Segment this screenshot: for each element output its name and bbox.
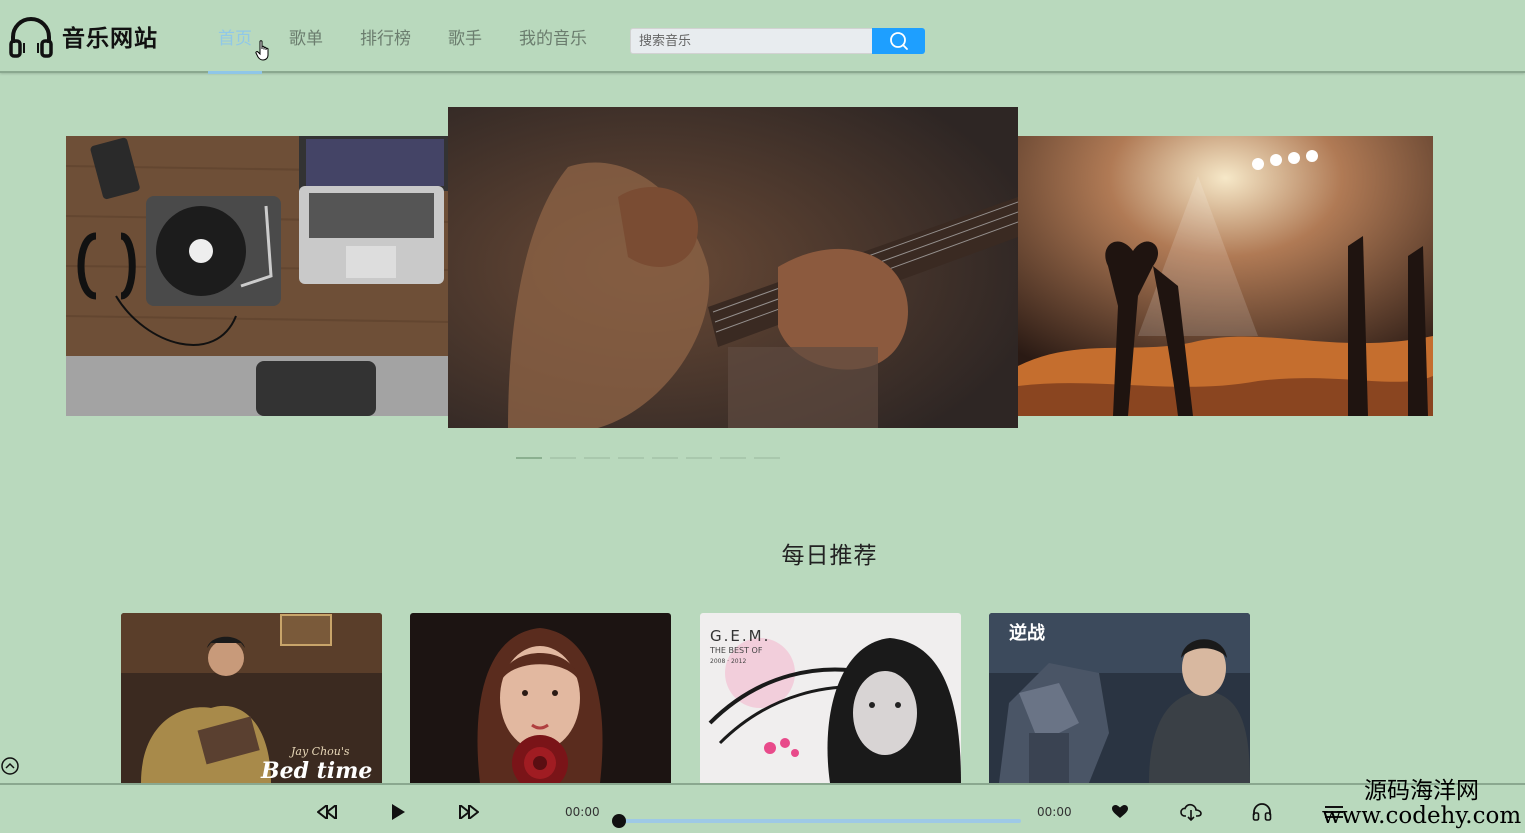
nav-home[interactable]: 首页	[208, 0, 262, 74]
main-nav: 首页 歌单 排行榜 歌手 我的音乐	[208, 0, 614, 74]
album-cover-portrait-rose	[410, 613, 671, 783]
carousel-dot[interactable]	[584, 457, 610, 459]
watermark-url: www.codehy.com	[1321, 803, 1522, 830]
site-name: 音乐网站	[62, 26, 158, 52]
concert-crowd-photo	[1018, 136, 1433, 416]
cover-text: 逆战	[1009, 622, 1045, 644]
nav-charts[interactable]: 排行榜	[350, 0, 421, 73]
back-to-top-icon[interactable]	[1, 757, 19, 775]
music-player-bar: 00:00 00:00	[0, 783, 1525, 833]
album-cover-gem: G.E.M. THE BEST OF 2008 · 2012	[700, 613, 961, 783]
site-logo[interactable]: 音乐网站	[8, 13, 158, 59]
cover-subtext: THE BEST OF	[709, 646, 763, 655]
guitar-playing-photo	[448, 107, 1018, 428]
carousel-slide-guitar[interactable]	[448, 107, 1018, 428]
cover-text: G.E.M.	[710, 627, 770, 645]
search-input[interactable]	[630, 28, 872, 54]
carousel-dot[interactable]	[618, 457, 644, 459]
album-cover-bedtime: Jay Chou's Bed time	[121, 613, 382, 783]
carousel-dot[interactable]	[754, 457, 780, 459]
daily-recommend-title: 每日推荐	[781, 543, 878, 569]
cover-years: 2008 · 2012	[710, 658, 746, 665]
cover-subtext: Jay Chou's	[289, 745, 350, 758]
carousel-indicators	[516, 457, 788, 459]
carousel-dot[interactable]	[550, 457, 576, 459]
recommend-card-1[interactable]: Jay Chou's Bed time	[121, 613, 382, 783]
carousel-dot[interactable]	[720, 457, 746, 459]
album-cover-nizhan: 逆战	[989, 613, 1250, 783]
prev-icon[interactable]	[317, 805, 337, 819]
next-icon[interactable]	[459, 805, 479, 819]
top-header: 音乐网站 首页 歌单 排行榜 歌手 我的音乐	[0, 0, 1525, 74]
progress-bar[interactable]	[619, 819, 1021, 823]
recommend-card-3[interactable]: G.E.M. THE BEST OF 2008 · 2012	[700, 613, 961, 783]
hand-cursor-icon	[255, 40, 269, 61]
banner-carousel	[0, 74, 1525, 474]
download-icon[interactable]	[1180, 803, 1202, 821]
headphones-icon[interactable]	[1252, 802, 1272, 822]
headphones-logo-icon	[9, 17, 53, 58]
carousel-slide-turntable[interactable]	[66, 136, 450, 416]
play-icon[interactable]	[390, 803, 406, 821]
search-button[interactable]	[872, 28, 925, 54]
progress-knob[interactable]	[612, 814, 626, 828]
cover-text: Bed time	[260, 758, 372, 783]
turntable-laptop-photo	[66, 136, 450, 416]
search-bar	[630, 28, 925, 54]
current-time: 00:00	[565, 805, 600, 819]
carousel-dot[interactable]	[652, 457, 678, 459]
recommend-card-4[interactable]: 逆战	[989, 613, 1250, 783]
search-icon	[889, 32, 908, 50]
watermark-cn: 源码海洋网	[1364, 778, 1479, 804]
carousel-dot[interactable]	[516, 457, 542, 459]
carousel-slide-concert[interactable]	[1018, 136, 1433, 416]
total-time: 00:00	[1037, 805, 1072, 819]
nav-my-music[interactable]: 我的音乐	[509, 0, 597, 73]
carousel-dot[interactable]	[686, 457, 712, 459]
heart-icon[interactable]	[1112, 805, 1128, 819]
nav-playlists[interactable]: 歌单	[279, 0, 333, 73]
nav-singers[interactable]: 歌手	[438, 0, 492, 73]
recommend-card-2[interactable]	[410, 613, 671, 783]
watermark: 源码海洋网 www.codehy.com	[1318, 778, 1525, 830]
